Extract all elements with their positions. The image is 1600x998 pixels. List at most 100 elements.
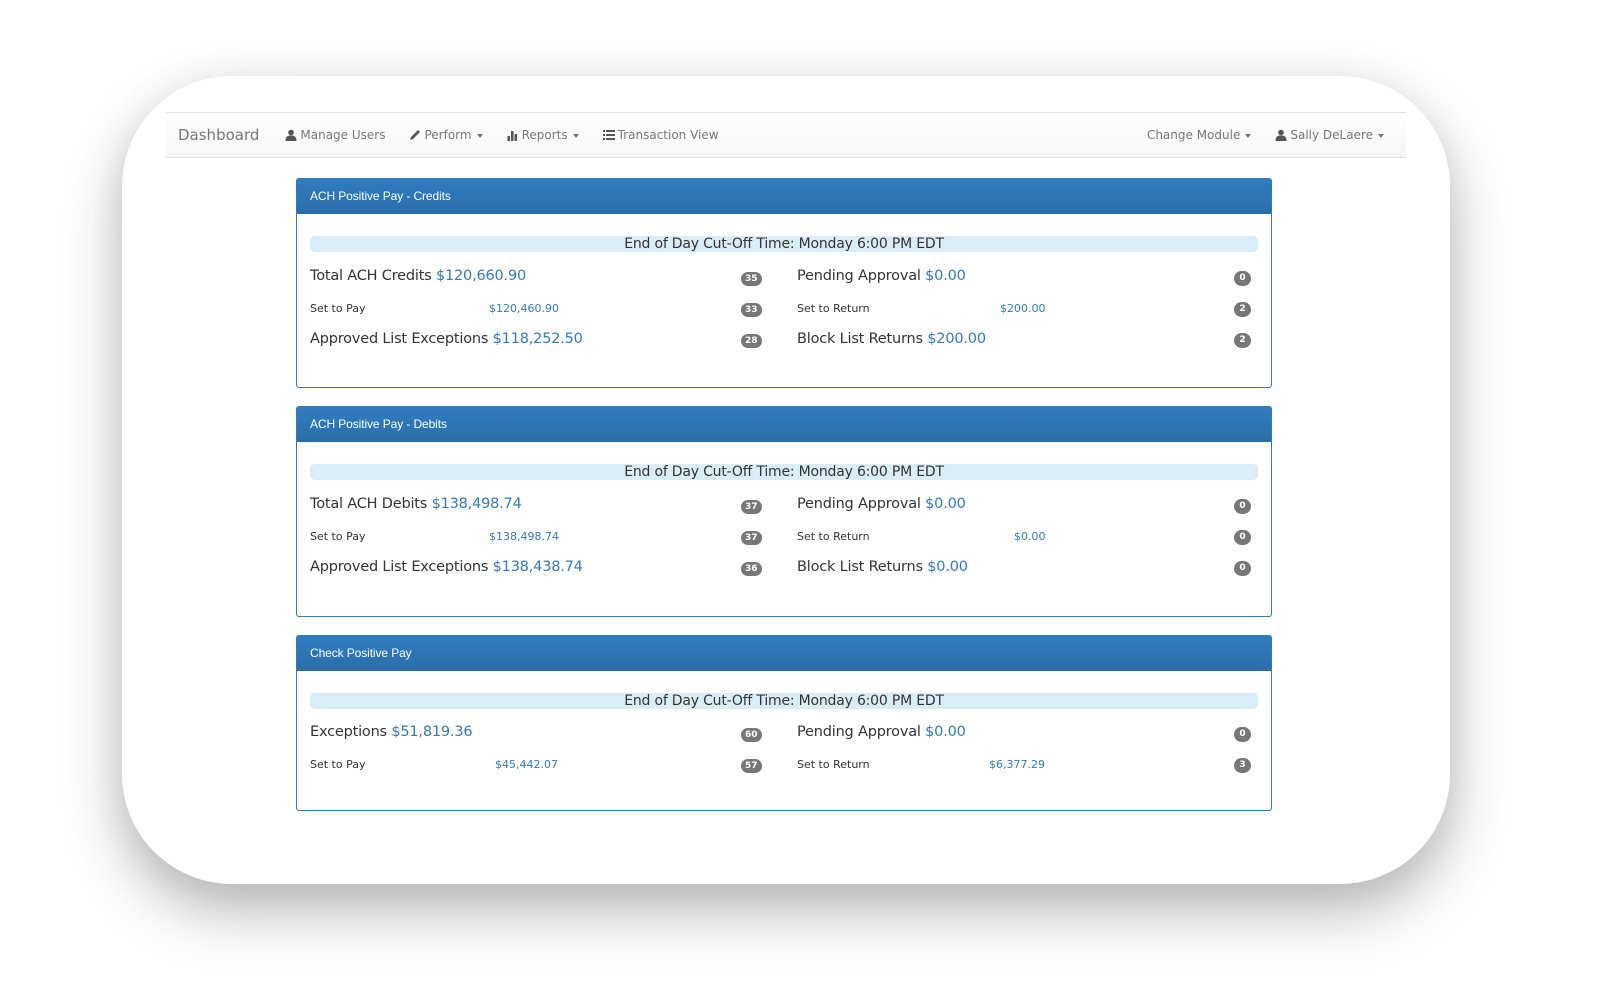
panel-heading: Check Positive Pay	[297, 636, 1271, 671]
detail-label: Set to Pay	[310, 758, 366, 771]
nav-transaction-view-label: Transaction View	[617, 128, 719, 142]
count-badge: 0	[1234, 271, 1251, 286]
brand-dashboard-link[interactable]: Dashboard	[178, 126, 259, 144]
detail-row[interactable]: Set to Pay	[310, 530, 366, 543]
nav-perform-dropdown[interactable]: Perform	[409, 128, 483, 142]
navbar-right: Change Module Sally DeLaere	[1147, 128, 1406, 142]
amount: $0.00	[925, 724, 966, 740]
caret-down-icon	[572, 133, 579, 138]
summary-row[interactable]: Block List Returns $200.00	[797, 331, 986, 347]
nav-reports-label: Reports	[521, 128, 568, 142]
cutoff-time-banner: End of Day Cut-Off Time: Monday 6:00 PM …	[310, 693, 1258, 709]
nav-user-menu-dropdown[interactable]: Sally DeLaere	[1275, 128, 1384, 142]
summary-row[interactable]: Pending Approval $0.00	[797, 496, 966, 512]
label-text: Pending Approval	[797, 724, 921, 740]
panel-check-positive-pay: Check Positive Pay End of Day Cut-Off Ti…	[296, 635, 1272, 811]
label-text: Block List Returns	[797, 559, 923, 575]
detail-amount: $45,442.07	[495, 758, 558, 771]
detail-row[interactable]: Set to Pay	[310, 758, 366, 771]
summary-label: Total ACH Debits $138,498.74	[310, 496, 522, 512]
nav-manage-users-label: Manage Users	[300, 128, 386, 142]
summary-label: Block List Returns $0.00	[797, 559, 968, 575]
label-text: Pending Approval	[797, 268, 921, 284]
amount: $138,438.74	[492, 559, 583, 575]
detail-amount: $0.00	[1014, 530, 1046, 543]
summary-row[interactable]: Pending Approval $0.00	[797, 268, 966, 284]
bar-chart-icon	[507, 129, 519, 141]
detail-amount: $200.00	[1000, 302, 1046, 315]
count-badge: 28	[741, 334, 762, 348]
summary-label: Pending Approval $0.00	[797, 496, 966, 512]
count-badge: 60	[741, 728, 762, 742]
label-text: Approved List Exceptions	[310, 331, 489, 347]
count-badge: 0	[1234, 499, 1251, 514]
detail-label: Set to Return	[797, 758, 870, 771]
panel-heading: ACH Positive Pay - Credits	[297, 179, 1271, 214]
caret-down-icon	[1378, 133, 1384, 138]
summary-row[interactable]: Block List Returns $0.00	[797, 559, 968, 575]
count-badge: 0	[1234, 561, 1251, 576]
summary-row[interactable]: Approved List Exceptions $138,438.74	[310, 559, 583, 575]
label-text: Block List Returns	[797, 331, 923, 347]
count-badge: 0	[1234, 530, 1251, 545]
top-navbar: Dashboard Manage Users Perform Reports T…	[166, 112, 1406, 158]
amount: $118,252.50	[492, 331, 583, 347]
list-icon	[602, 129, 615, 141]
nav-perform-label: Perform	[424, 128, 472, 142]
caret-down-icon	[1245, 133, 1252, 138]
summary-row[interactable]: Approved List Exceptions $118,252.50	[310, 331, 583, 347]
user-icon	[1275, 129, 1287, 141]
summary-label: Exceptions $51,819.36	[310, 724, 473, 740]
amount: $51,819.36	[391, 724, 473, 740]
summary-row[interactable]: Total ACH Debits $138,498.74	[310, 496, 522, 512]
summary-label: Approved List Exceptions $118,252.50	[310, 331, 583, 347]
amount: $0.00	[925, 268, 966, 284]
count-badge: 37	[741, 500, 762, 514]
cutoff-time-banner: End of Day Cut-Off Time: Monday 6:00 PM …	[310, 236, 1258, 252]
panel-ach-debits: ACH Positive Pay - Debits End of Day Cut…	[296, 406, 1272, 617]
detail-amount: $120,460.90	[489, 302, 559, 315]
count-badge: 2	[1234, 302, 1251, 317]
count-badge: 35	[741, 272, 762, 286]
detail-amount: $6,377.29	[989, 758, 1045, 771]
nav-transaction-view[interactable]: Transaction View	[602, 128, 719, 142]
summary-row[interactable]: Total ACH Credits $120,660.90	[310, 268, 526, 284]
nav-manage-users[interactable]: Manage Users	[285, 128, 385, 142]
detail-label: Set to Return	[797, 302, 870, 315]
summary-row[interactable]: Pending Approval $0.00	[797, 724, 966, 740]
amount: $138,498.74	[431, 496, 522, 512]
detail-row[interactable]: Set to Return	[797, 530, 870, 543]
amount: $0.00	[927, 559, 968, 575]
nav-user-name: Sally DeLaere	[1290, 128, 1373, 142]
summary-label: Approved List Exceptions $138,438.74	[310, 559, 583, 575]
count-badge: 36	[741, 562, 762, 576]
detail-row[interactable]: Set to Return	[797, 758, 870, 771]
summary-row[interactable]: Exceptions $51,819.36	[310, 724, 473, 740]
summary-label: Total ACH Credits $120,660.90	[310, 268, 526, 284]
label-text: Pending Approval	[797, 496, 921, 512]
amount: $200.00	[927, 331, 986, 347]
count-badge: 37	[741, 531, 762, 545]
detail-amount: $138,498.74	[489, 530, 559, 543]
nav-change-module-dropdown[interactable]: Change Module	[1146, 128, 1252, 142]
amount: $0.00	[925, 496, 966, 512]
amount: $120,660.90	[435, 268, 527, 284]
count-badge: 0	[1234, 727, 1251, 742]
label-text: Exceptions	[310, 724, 387, 740]
user-icon	[285, 129, 297, 141]
count-badge: 3	[1234, 758, 1251, 773]
caret-down-icon	[476, 133, 483, 138]
nav-change-module-label: Change Module	[1146, 128, 1241, 142]
cutoff-time-banner: End of Day Cut-Off Time: Monday 6:00 PM …	[310, 464, 1258, 480]
label-text: Approved List Exceptions	[310, 559, 489, 575]
detail-label: Set to Pay	[310, 302, 366, 315]
detail-row[interactable]: Set to Pay	[310, 302, 366, 315]
nav-reports-dropdown[interactable]: Reports	[507, 128, 579, 142]
summary-label: Pending Approval $0.00	[797, 724, 966, 740]
panel-ach-credits: ACH Positive Pay - Credits End of Day Cu…	[296, 178, 1272, 388]
label-text: Total ACH Debits	[310, 496, 428, 512]
detail-label: Set to Pay	[310, 530, 366, 543]
label-text: Total ACH Credits	[310, 268, 432, 284]
detail-row[interactable]: Set to Return	[797, 302, 870, 315]
summary-label: Pending Approval $0.00	[797, 268, 966, 284]
